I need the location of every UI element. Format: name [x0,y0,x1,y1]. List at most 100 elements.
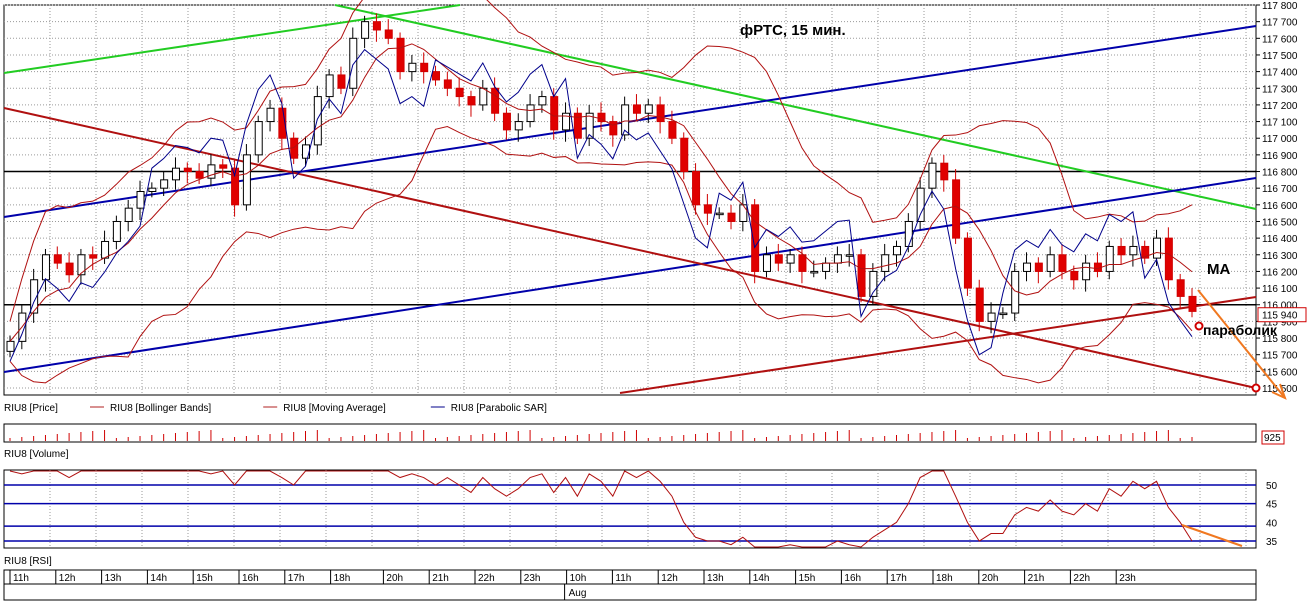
rsi-tick-label: 35 [1266,537,1278,548]
annotation-ma: MA [1207,261,1230,278]
candle-body [195,171,204,179]
candle-body [254,121,263,156]
y-tick-label: 117 200 [1262,101,1298,112]
time-tick-label: 14h [753,573,770,584]
time-tick-label: 16h [242,573,259,584]
candle-body [893,245,901,256]
candle-body [372,21,381,31]
candle-body [101,240,110,259]
y-tick-label: 116 300 [1262,251,1298,262]
time-tick-label: 21h [1028,573,1045,584]
candle-body [963,237,972,289]
y-tick-label: 116 700 [1262,184,1298,195]
y-tick-label: 116 400 [1262,234,1298,245]
candle-body [1070,270,1079,281]
candle-body [668,121,677,139]
time-tick-label: 14h [150,573,167,584]
price-pane-frame [3,4,1257,396]
y-tick-label: 117 500 [1262,51,1298,62]
candle-body [810,270,819,274]
time-tick-label: 11h [13,573,29,584]
candle-body [77,254,86,276]
candle-body [479,87,488,106]
time-tick-label: 22h [1073,573,1090,584]
time-tick-label: 15h [799,573,816,584]
volume-value-label: 925 [1264,433,1281,444]
candle-body [739,204,748,222]
y-tick-label: 116 600 [1262,201,1298,212]
candle-body [491,87,500,114]
candle-body [1046,254,1055,272]
candle-body [940,162,949,181]
y-tick-label: 117 000 [1262,134,1298,145]
candle-body [384,29,393,39]
candle-body [916,187,925,222]
candle-body [432,71,441,81]
candle-body [881,254,890,272]
time-tick-label: 11h [615,573,631,584]
candle-body [89,254,98,259]
y-tick-label: 115 700 [1262,351,1298,362]
candle-body [928,162,937,189]
candle-body [798,254,807,272]
candle-body [313,96,322,146]
candle-body [1176,279,1185,297]
candle-body [349,37,358,89]
time-tick-label: 16h [844,573,861,584]
candle-body [408,62,417,73]
candle-body [112,220,121,242]
volume-pane-frame [3,423,1257,443]
legend-entry: RIU8 [Bollinger Bands] [110,403,211,414]
time-tick-label: 13h [707,573,724,584]
candle-body [538,96,547,106]
time-tick-label: 12h [661,573,678,584]
candle-body [845,254,854,257]
candle-body [727,212,736,222]
candle-body [632,104,641,114]
candle-body [443,79,452,89]
y-tick-label: 116 900 [1262,151,1298,162]
candle-body [703,204,712,214]
time-tick-label: 20h [982,573,999,584]
time-tick-label: 22h [478,573,495,584]
candle-body [833,254,842,264]
y-tick-label: 116 100 [1262,284,1298,295]
candle-body [526,104,535,123]
candle-body [183,167,192,173]
candle-body [242,154,251,206]
time-tick-label: 18h [936,573,953,584]
candle-body [644,104,653,114]
candle-body [337,74,346,89]
price-pane-label: RIU8 [Price] [4,403,58,414]
candle-body [550,96,559,131]
candle-body [975,287,984,322]
chart-title: фРТС, 15 мин. [740,22,846,39]
time-tick-label: 18h [334,573,351,584]
candle-body [656,104,665,123]
candle-body [1164,237,1173,281]
y-tick-label: 116 200 [1262,267,1298,278]
candle-body [1129,245,1138,256]
time-tick-label: 20h [386,573,403,584]
y-tick-label: 117 100 [1262,118,1298,129]
candle-body [420,62,429,73]
candle-body [124,207,133,222]
candle-body [999,312,1008,316]
sar-marker [1194,321,1204,331]
candle-body [514,121,523,131]
candle-body [1082,262,1091,281]
candle-body [1105,245,1114,272]
candle-body [952,179,961,239]
candle-body [1188,295,1197,312]
legend-entry: RIU8 [Moving Average] [283,403,386,414]
candle-body [361,21,370,39]
y-tick-label: 116 500 [1262,217,1298,228]
candle-body [857,254,866,297]
candle-body [762,254,771,272]
y-tick-label: 117 400 [1262,68,1298,79]
y-tick-label: 117 700 [1262,18,1298,29]
candle-body [53,254,62,264]
candle-body [467,96,476,106]
legend-entry: RIU8 [Parabolic SAR] [451,403,547,414]
candle-body [692,171,701,206]
